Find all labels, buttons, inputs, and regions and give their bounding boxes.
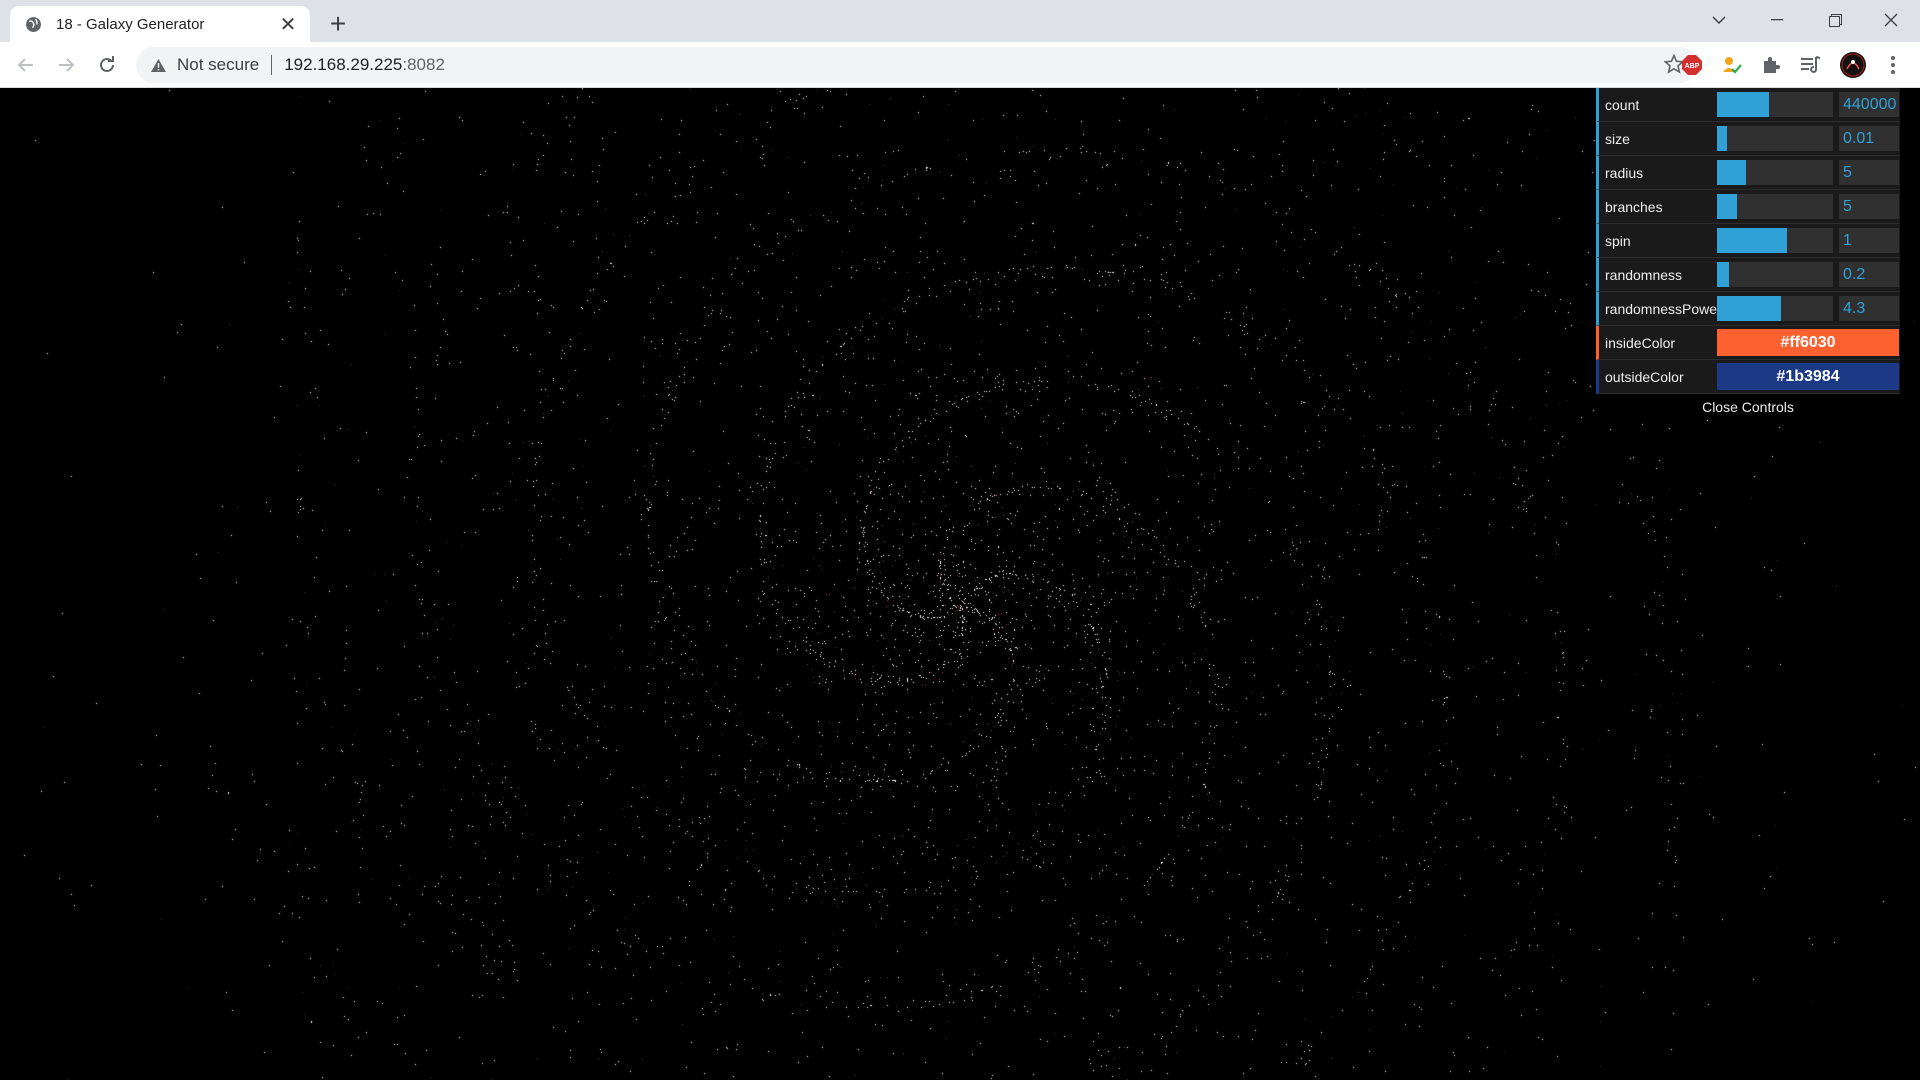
spin-slider[interactable] — [1717, 228, 1833, 253]
restore-icon[interactable] — [1806, 0, 1864, 40]
slider-fill — [1717, 228, 1787, 253]
close-icon[interactable]: ✕ — [276, 12, 300, 36]
url-host: 192.168.29.225 — [284, 55, 403, 74]
kebab-menu-icon[interactable] — [1878, 50, 1908, 80]
browser-toolbar: Not secure 192.168.29.225 :8082 ABP — [0, 42, 1920, 88]
globe-icon — [24, 15, 42, 33]
slider-fill — [1717, 262, 1729, 287]
control-label: radius — [1605, 164, 1644, 181]
inside-color-swatch[interactable]: #ff6030 — [1717, 329, 1899, 356]
adblock-icon[interactable]: ABP — [1677, 50, 1707, 80]
control-spin: spin 1 — [1596, 224, 1900, 258]
control-label: spin — [1605, 232, 1631, 249]
slider-fill — [1717, 160, 1746, 185]
plus-icon[interactable]: + — [322, 8, 354, 40]
address-bar[interactable]: Not secure 192.168.29.225 :8082 — [136, 47, 1698, 83]
radius-input[interactable]: 5 — [1839, 160, 1899, 185]
close-window-icon[interactable] — [1862, 0, 1920, 40]
slider-fill — [1717, 92, 1770, 117]
count-input[interactable]: 440000 — [1839, 92, 1899, 117]
radius-slider[interactable] — [1717, 160, 1833, 185]
size-input[interactable]: 0.01 — [1839, 126, 1899, 151]
slider-fill — [1717, 296, 1781, 321]
randomness-power-input[interactable]: 4.3 — [1839, 296, 1899, 321]
size-slider[interactable] — [1717, 126, 1833, 151]
control-radius: radius 5 — [1596, 156, 1900, 190]
warning-icon[interactable] — [150, 58, 167, 73]
count-slider[interactable] — [1717, 92, 1833, 117]
puzzle-icon[interactable] — [1756, 50, 1786, 80]
control-randomness: randomness 0.2 — [1596, 258, 1900, 292]
control-inside-color: insideColor #ff6030 — [1596, 326, 1900, 360]
chevron-down-icon[interactable] — [1690, 0, 1748, 40]
slider-fill — [1717, 194, 1737, 219]
svg-text:ABP: ABP — [1685, 63, 1700, 70]
profile-avatar-icon[interactable] — [1838, 50, 1868, 80]
control-label: count — [1605, 96, 1640, 113]
forward-arrow-icon[interactable] — [50, 49, 82, 81]
branches-input[interactable]: 5 — [1839, 194, 1899, 219]
galaxy-viewport[interactable]: count 440000 size 0.01 radius 5 branches… — [0, 88, 1920, 1080]
control-branches: branches 5 — [1596, 190, 1900, 224]
control-size: size 0.01 — [1596, 122, 1900, 156]
control-count: count 440000 — [1596, 88, 1900, 122]
spin-input[interactable]: 1 — [1839, 228, 1899, 253]
tab-title: 18 - Galaxy Generator — [56, 15, 205, 33]
url-divider — [271, 55, 273, 75]
slider-fill — [1717, 126, 1728, 151]
media-icon[interactable] — [1796, 50, 1826, 80]
randomness-power-slider[interactable] — [1717, 296, 1833, 321]
control-label: size — [1605, 130, 1630, 147]
randomness-slider[interactable] — [1717, 262, 1833, 287]
url-port: :8082 — [402, 55, 445, 74]
back-arrow-icon[interactable] — [10, 49, 42, 81]
security-label[interactable]: Not secure — [177, 55, 259, 75]
outside-color-swatch[interactable]: #1b3984 — [1717, 363, 1899, 390]
branches-slider[interactable] — [1717, 194, 1833, 219]
control-label: outsideColor — [1605, 368, 1684, 385]
randomness-input[interactable]: 0.2 — [1839, 262, 1899, 287]
control-label: randomnessPowe — [1605, 300, 1717, 317]
browser-chrome: 18 - Galaxy Generator ✕ + Not secure 192… — [0, 0, 1920, 88]
minimize-icon[interactable] — [1748, 0, 1806, 40]
extension-icon[interactable] — [1716, 50, 1746, 80]
control-label: randomness — [1605, 266, 1683, 283]
control-randomness-power: randomnessPowe 4.3 — [1596, 292, 1900, 326]
control-label: branches — [1605, 198, 1663, 215]
control-label: insideColor — [1605, 334, 1676, 351]
tab-strip: 18 - Galaxy Generator ✕ + — [0, 0, 1920, 42]
close-controls-button[interactable]: Close Controls — [1596, 394, 1900, 420]
control-outside-color: outsideColor #1b3984 — [1596, 360, 1900, 394]
controls-panel: count 440000 size 0.01 radius 5 branches… — [1596, 88, 1900, 420]
reload-icon[interactable] — [91, 49, 123, 81]
browser-tab[interactable]: 18 - Galaxy Generator ✕ — [10, 6, 310, 42]
